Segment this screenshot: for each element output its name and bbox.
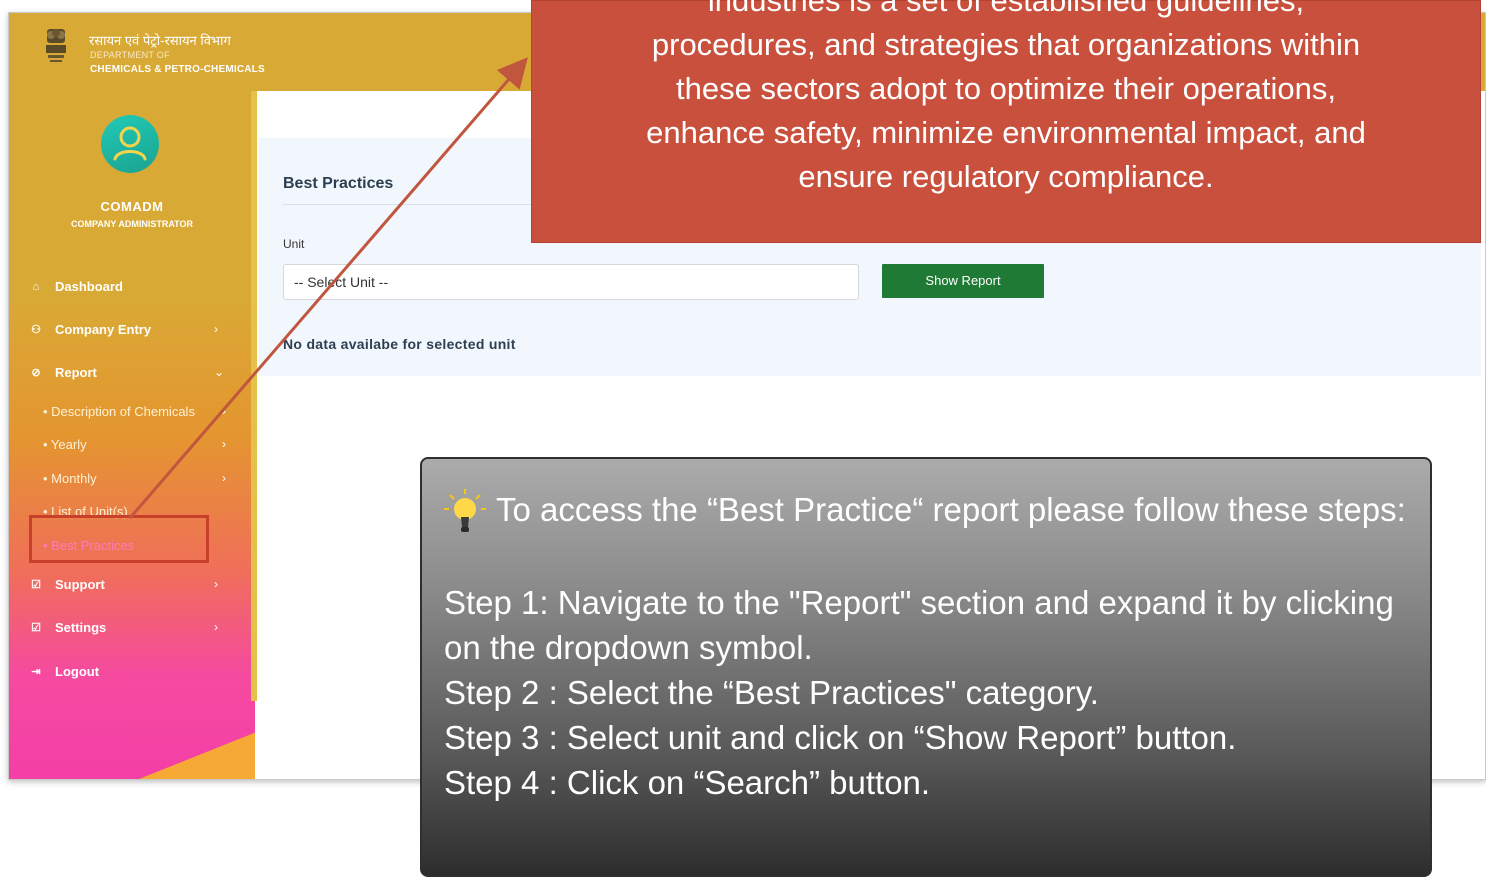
chevron-right-icon[interactable]: › [214,322,218,336]
instruction-step-2: Step 2 : Select the “Best Practices" cat… [444,674,1099,712]
logout-icon: ⇥ [31,665,41,678]
check-square-icon: ☑ [31,578,41,591]
user-plus-icon: ⚇ [31,323,41,336]
lightbulb-icon [444,489,486,533]
brand-department-of: DEPARTMENT OF [90,50,170,60]
callout-line: enhance safety, minimize environmental i… [646,115,1366,150]
brand-name: CHEMICALS & PETRO-CHEMICALS [90,64,265,75]
definition-callout: industries is a set of established guide… [531,0,1481,243]
sidebar-item-report[interactable]: ⊘ Report [29,365,97,380]
chevron-right-icon[interactable]: › [222,471,226,485]
chevron-right-icon[interactable]: › [214,620,218,634]
instructions-intro: To access the “Best Practice“ report ple… [444,487,1408,535]
sidebar-item-logout[interactable]: ⇥ Logout [29,664,99,679]
sidebar-item-dashboard[interactable]: ⌂ Dashboard [29,279,123,294]
callout-line: industries is a set of established guide… [707,0,1305,18]
chevron-right-icon[interactable]: › [222,437,226,451]
chevron-down-icon[interactable]: ⌄ [214,365,224,379]
instructions-intro-text: To access the “Best Practice“ report ple… [496,491,1406,528]
check-circle-icon: ⊘ [31,366,41,379]
sidebar-item-label: Report [55,365,97,380]
callout-line: ensure regulatory compliance. [798,159,1214,194]
instruction-step-1: Step 1: Navigate to the "Report" section… [444,584,1394,667]
sidebar-subitem-monthly[interactable]: • Monthly [43,471,97,486]
sidebar-item-label: Dashboard [55,279,123,294]
brand-hindi-title: रसायन एवं पेट्रो-रसायन विभाग [89,33,231,48]
sidebar-item-settings[interactable]: ☑ Settings [29,620,106,635]
instruction-step-4: Step 4 : Click on “Search” button. [444,764,931,802]
sidebar-decoration [139,731,255,779]
chevron-right-icon[interactable]: › [222,404,226,418]
user-name: COMADM [100,199,164,214]
home-icon: ⌂ [32,280,40,293]
chevron-right-icon[interactable]: › [214,577,218,591]
show-report-button[interactable]: Show Report [882,264,1044,298]
sidebar-item-label: Logout [55,664,100,679]
sidebar-item-company-entry[interactable]: ⚇ Company Entry [29,322,151,337]
sidebar-subitem-yearly[interactable]: • Yearly [43,437,87,452]
sidebar-item-label: Company Entry [55,322,152,337]
unit-select[interactable]: -- Select Unit -- [283,264,859,300]
instructions-callout: To access the “Best Practice“ report ple… [420,457,1432,877]
page-title: Best Practices [283,175,394,192]
user-role: COMPANY ADMINISTRATOR [70,219,193,229]
instruction-step-3: Step 3 : Select unit and click on “Show … [444,719,1237,757]
sidebar-item-label: Settings [55,620,107,635]
sidebar: COMADM COMPANY ADMINISTRATOR ⌂ Dashboard… [9,91,255,779]
callout-line: these sectors adopt to optimize their op… [676,71,1336,106]
sidebar-item-label: Support [55,577,105,592]
callout-line: procedures, and strategies that organiza… [651,27,1361,62]
national-emblem-icon [46,29,66,62]
user-icon [113,126,147,161]
sidebar-item-support[interactable]: ☑ Support [29,577,105,592]
sidebar-edge [251,91,257,701]
avatar[interactable] [101,115,159,173]
check-square-icon: ☑ [31,621,41,634]
unit-label: Unit [283,237,305,251]
no-data-message: No data availabe for selected unit [283,336,516,352]
best-practices-highlight [29,515,209,563]
sidebar-subitem-description-of-chemicals[interactable]: • Description of Chemicals [43,404,195,419]
